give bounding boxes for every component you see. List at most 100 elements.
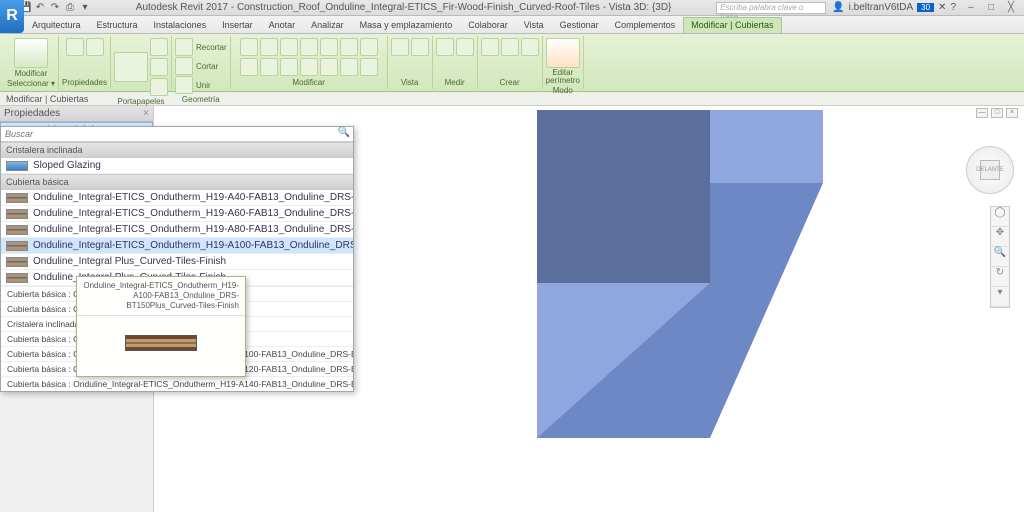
help-search[interactable]: Escriba palabra clave o frase <box>716 2 826 14</box>
tab-modificar-cubiertas[interactable]: Modificar | Cubiertas <box>683 17 781 33</box>
view-icon[interactable] <box>391 38 409 56</box>
recent-item[interactable]: Cubierta básica : Onduline_Integral-ETIC… <box>1 376 353 391</box>
viewcube-face[interactable]: DELANTE <box>980 160 1000 180</box>
view-max-icon[interactable]: □ <box>991 108 1003 118</box>
help-icon[interactable]: ? <box>950 2 956 13</box>
type-item-sloped-glazing[interactable]: Sloped Glazing <box>1 158 353 174</box>
viewcube[interactable]: DELANTE <box>966 146 1014 194</box>
tab-estructura[interactable]: Estructura <box>89 17 146 33</box>
trim-icon[interactable] <box>360 38 378 56</box>
type-item[interactable]: Onduline_Integral-ETICS_Ondutherm_H19-A4… <box>1 190 353 206</box>
tab-anotar[interactable]: Anotar <box>261 17 304 33</box>
type-item[interactable]: Onduline_Integral-ETICS_Ondutherm_H19-A6… <box>1 206 353 222</box>
type-swatch-icon <box>6 225 28 235</box>
navigation-bar[interactable]: ◯ ✥ 🔍 ↻ ▾ <box>990 206 1010 308</box>
search-icon[interactable]: 🔍 <box>335 127 353 141</box>
category-header: Cubierta básica <box>1 174 353 190</box>
cloud-badge[interactable]: 30 <box>917 3 934 12</box>
create2-icon[interactable] <box>501 38 519 56</box>
rotate-icon[interactable] <box>340 38 358 56</box>
array-icon[interactable] <box>260 58 278 76</box>
delete-icon[interactable] <box>340 58 358 76</box>
roof-panel[interactable] <box>537 110 710 283</box>
tab-arquitectura[interactable]: Arquitectura <box>24 17 89 33</box>
category-header: Cristalera inclinada <box>1 142 353 158</box>
view-controls[interactable]: — □ × <box>976 108 1018 118</box>
minimize-button[interactable]: – <box>962 2 980 14</box>
create1-icon[interactable] <box>481 38 499 56</box>
qat-undo-icon[interactable]: ↶ <box>34 2 46 14</box>
modify-tool-icon[interactable] <box>14 38 48 68</box>
nav-pan-icon[interactable]: ✥ <box>991 227 1009 247</box>
scale-icon[interactable] <box>280 58 298 76</box>
type-swatch-icon <box>6 209 28 219</box>
extend-icon[interactable] <box>360 58 378 76</box>
type-properties-icon[interactable] <box>86 38 104 56</box>
split-icon[interactable] <box>240 58 258 76</box>
app-menu-button[interactable]: R <box>0 0 24 33</box>
window-title: Autodesk Revit 2017 - Construction_Roof_… <box>91 2 716 13</box>
paste-icon[interactable] <box>114 52 148 82</box>
view2-icon[interactable] <box>411 38 429 56</box>
material-preview-icon <box>125 335 197 351</box>
user-area[interactable]: 👤 i.beltranV6tDA 30 ✕ ? <box>832 2 956 13</box>
tab-analizar[interactable]: Analizar <box>303 17 352 33</box>
tab-insertar[interactable]: Insertar <box>214 17 261 33</box>
roof-panel[interactable] <box>710 183 823 438</box>
view-min-icon[interactable]: — <box>976 108 988 118</box>
align-icon[interactable] <box>240 38 258 56</box>
pin-icon[interactable] <box>300 58 318 76</box>
copy-icon[interactable] <box>150 58 168 76</box>
type-item[interactable]: Onduline_Integral Plus_Curved-Tiles-Fini… <box>1 254 353 270</box>
join-icon[interactable] <box>175 76 193 94</box>
properties-icon[interactable] <box>66 38 84 56</box>
exchange-icon[interactable]: ✕ <box>938 2 946 13</box>
cut-icon[interactable] <box>150 38 168 56</box>
ribbon-group-medir: Medir <box>433 36 478 89</box>
move-icon[interactable] <box>300 38 318 56</box>
dim-icon[interactable] <box>456 38 474 56</box>
view-close-icon[interactable]: × <box>1006 108 1018 118</box>
type-tooltip: Onduline_Integral-ETICS_Ondutherm_H19-A1… <box>76 276 246 377</box>
type-item-selected[interactable]: Onduline_Integral-ETICS_Ondutherm_H19-A1… <box>1 238 353 254</box>
ribbon-group-seleccionar: Modificar Seleccionar ▾ <box>4 36 59 89</box>
unpin-icon[interactable] <box>320 58 338 76</box>
nav-more-icon[interactable]: ▾ <box>991 287 1009 307</box>
cope-icon[interactable] <box>175 38 193 56</box>
copy2-icon[interactable] <box>320 38 338 56</box>
properties-close-icon[interactable]: × <box>143 108 149 119</box>
offset-icon[interactable] <box>260 38 278 56</box>
user-name: i.beltranV6tDA <box>849 2 913 13</box>
edit-boundary-icon[interactable] <box>546 38 580 68</box>
tab-masa[interactable]: Masa y emplazamiento <box>352 17 461 33</box>
properties-header[interactable]: Propiedades × <box>0 106 153 122</box>
qat-print-icon[interactable]: ⎙ <box>64 2 76 14</box>
roof-panel[interactable] <box>710 110 823 183</box>
maximize-button[interactable]: □ <box>982 2 1000 14</box>
create3-icon[interactable] <box>521 38 539 56</box>
ribbon-group-portapapeles: Portapapeles <box>111 36 172 89</box>
nav-orbit-icon[interactable]: ↻ <box>991 267 1009 287</box>
nav-zoom-icon[interactable]: 🔍 <box>991 247 1009 267</box>
tab-complementos[interactable]: Complementos <box>607 17 684 33</box>
type-search[interactable]: 🔍 <box>1 127 353 142</box>
qat-redo-icon[interactable]: ↷ <box>49 2 61 14</box>
tab-gestionar[interactable]: Gestionar <box>552 17 607 33</box>
cut-geom-icon[interactable] <box>175 57 193 75</box>
match-icon[interactable] <box>150 78 168 96</box>
tab-vista[interactable]: Vista <box>516 17 552 33</box>
ribbon: Modificar Seleccionar ▾ Propiedades Port… <box>0 34 1024 92</box>
ribbon-tabs: R Arquitectura Estructura Instalaciones … <box>0 16 1024 34</box>
tab-instalaciones[interactable]: Instalaciones <box>146 17 215 33</box>
nav-wheel-icon[interactable]: ◯ <box>991 207 1009 227</box>
mirror-icon[interactable] <box>280 38 298 56</box>
tab-colaborar[interactable]: Colaborar <box>460 17 516 33</box>
type-item[interactable]: Onduline_Integral-ETICS_Ondutherm_H19-A8… <box>1 222 353 238</box>
close-button[interactable]: ╳ <box>1002 2 1020 14</box>
type-search-input[interactable] <box>1 127 335 141</box>
ribbon-group-modo: Editarperímetro Modo <box>543 36 584 89</box>
title-bar: ▤ 💾 ↶ ↷ ⎙ ▾ Autodesk Revit 2017 - Constr… <box>0 0 1024 16</box>
measure-icon[interactable] <box>436 38 454 56</box>
roof-panel[interactable] <box>537 283 710 438</box>
qat-more-icon[interactable]: ▾ <box>79 2 91 14</box>
